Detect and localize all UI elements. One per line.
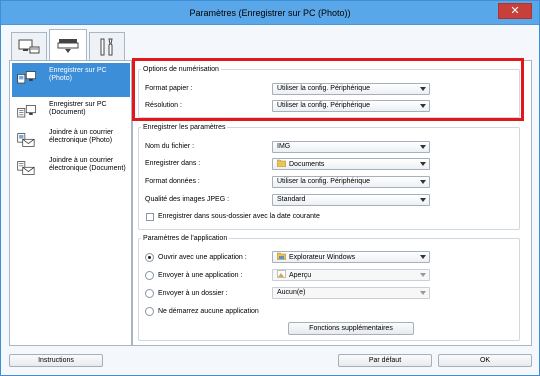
no-app-radio[interactable] xyxy=(145,307,154,316)
preview-icon xyxy=(277,270,286,278)
save-document-icon xyxy=(17,105,36,118)
ok-button[interactable]: OK xyxy=(438,354,532,367)
send-folder-value: Aucun(e) xyxy=(277,289,306,296)
tab-general-settings[interactable] xyxy=(89,32,125,60)
data-format-label: Format données : xyxy=(145,178,200,185)
send-app-value: Aperçu xyxy=(289,272,312,279)
tab-scanner-panel[interactable] xyxy=(49,29,87,61)
file-name-label: Nom du fichier : xyxy=(145,143,195,150)
more-functions-button[interactable]: Fonctions supplémentaires xyxy=(288,322,414,335)
default-button[interactable]: Par défaut xyxy=(338,354,432,367)
scanner-panel-icon xyxy=(57,38,79,53)
sidebar-item-label: Enregistrer sur PC (Document) xyxy=(49,101,107,117)
data-format-select[interactable]: Utiliser la config. Périphérique xyxy=(272,176,430,188)
paper-format-select[interactable]: Utiliser la config. Périphérique xyxy=(272,83,430,95)
chevron-down-icon xyxy=(420,145,426,149)
jpeg-quality-label: Qualité des images JPEG : xyxy=(145,196,230,203)
paper-format-label: Format papier : xyxy=(145,85,193,92)
save-in-select[interactable]: Documents xyxy=(272,158,430,170)
resolution-value: Utiliser la config. Périphérique xyxy=(277,102,370,109)
chevron-down-icon xyxy=(420,87,426,91)
instructions-button[interactable]: Instructions xyxy=(9,354,103,367)
title-bar[interactable]: Paramètres (Enregistrer sur PC (Photo)) … xyxy=(1,1,539,25)
send-folder-label: Envoyer à un dossier : xyxy=(158,290,228,297)
data-format-value: Utiliser la config. Périphérique xyxy=(277,178,370,185)
settings-panel: Options de numérisation Format papier : … xyxy=(132,60,532,346)
tools-icon xyxy=(100,38,113,55)
subfolder-checkbox-label: Enregistrer dans sous-dossier avec la da… xyxy=(158,213,320,220)
chevron-down-icon xyxy=(420,198,426,202)
explorer-icon xyxy=(277,252,286,260)
file-name-combobox[interactable]: IMG xyxy=(272,141,430,153)
subfolder-checkbox[interactable] xyxy=(146,213,154,221)
paper-format-value: Utiliser la config. Périphérique xyxy=(277,85,370,92)
window-title: Paramètres (Enregistrer sur PC (Photo)) xyxy=(189,8,351,18)
save-settings-legend: Enregistrer les paramètres xyxy=(143,124,226,131)
chevron-down-icon xyxy=(420,291,426,295)
sidebar-item-email-document[interactable]: Joindre à un courrier électronique (Docu… xyxy=(12,153,130,191)
send-folder-radio[interactable] xyxy=(145,289,154,298)
app-settings-legend: Paramètres de l'application xyxy=(143,235,228,242)
send-app-radio[interactable] xyxy=(145,271,154,280)
save-in-value: Documents xyxy=(289,161,325,168)
scan-options-legend: Options de numérisation xyxy=(143,66,219,73)
email-document-icon xyxy=(17,161,35,175)
sidebar-item-label: Joindre à un courrier électronique (Phot… xyxy=(49,129,114,145)
close-button[interactable]: ✕ xyxy=(498,3,532,19)
no-app-label: Ne démarrez aucune application xyxy=(158,308,259,315)
resolution-label: Résolution : xyxy=(145,102,182,109)
tab-scan-from-computer[interactable] xyxy=(11,32,47,60)
sidebar: Enregistrer sur PC (Photo) Enregistrer s… xyxy=(9,60,132,346)
open-app-label: Ouvrir avec une application : xyxy=(158,254,247,261)
chevron-down-icon xyxy=(420,162,426,166)
folder-icon xyxy=(277,159,286,167)
chevron-down-icon xyxy=(420,255,426,259)
sidebar-item-label: Enregistrer sur PC (Photo) xyxy=(49,67,107,83)
chevron-down-icon xyxy=(420,273,426,277)
send-app-select[interactable]: Aperçu xyxy=(272,269,430,281)
resolution-select[interactable]: Utiliser la config. Périphérique xyxy=(272,100,430,112)
save-photo-icon xyxy=(17,71,36,84)
jpeg-quality-select[interactable]: Standard xyxy=(272,194,430,206)
settings-dialog: Paramètres (Enregistrer sur PC (Photo)) … xyxy=(0,0,540,376)
sidebar-item-save-photo[interactable]: Enregistrer sur PC (Photo) xyxy=(12,63,130,97)
sidebar-item-label: Joindre à un courrier électronique (Docu… xyxy=(49,157,126,173)
save-in-label: Enregistrer dans : xyxy=(145,160,201,167)
send-app-label: Envoyer à une application : xyxy=(158,272,243,279)
send-folder-select[interactable]: Aucun(e) xyxy=(272,287,430,299)
chevron-down-icon xyxy=(420,104,426,108)
open-app-radio[interactable] xyxy=(145,253,154,262)
chevron-down-icon xyxy=(420,180,426,184)
jpeg-quality-value: Standard xyxy=(277,196,306,203)
email-photo-icon xyxy=(17,133,35,147)
open-app-select[interactable]: Explorateur Windows xyxy=(272,251,430,263)
file-name-value: IMG xyxy=(277,143,291,150)
open-app-value: Explorateur Windows xyxy=(289,254,356,261)
scan-from-computer-icon xyxy=(18,39,40,53)
